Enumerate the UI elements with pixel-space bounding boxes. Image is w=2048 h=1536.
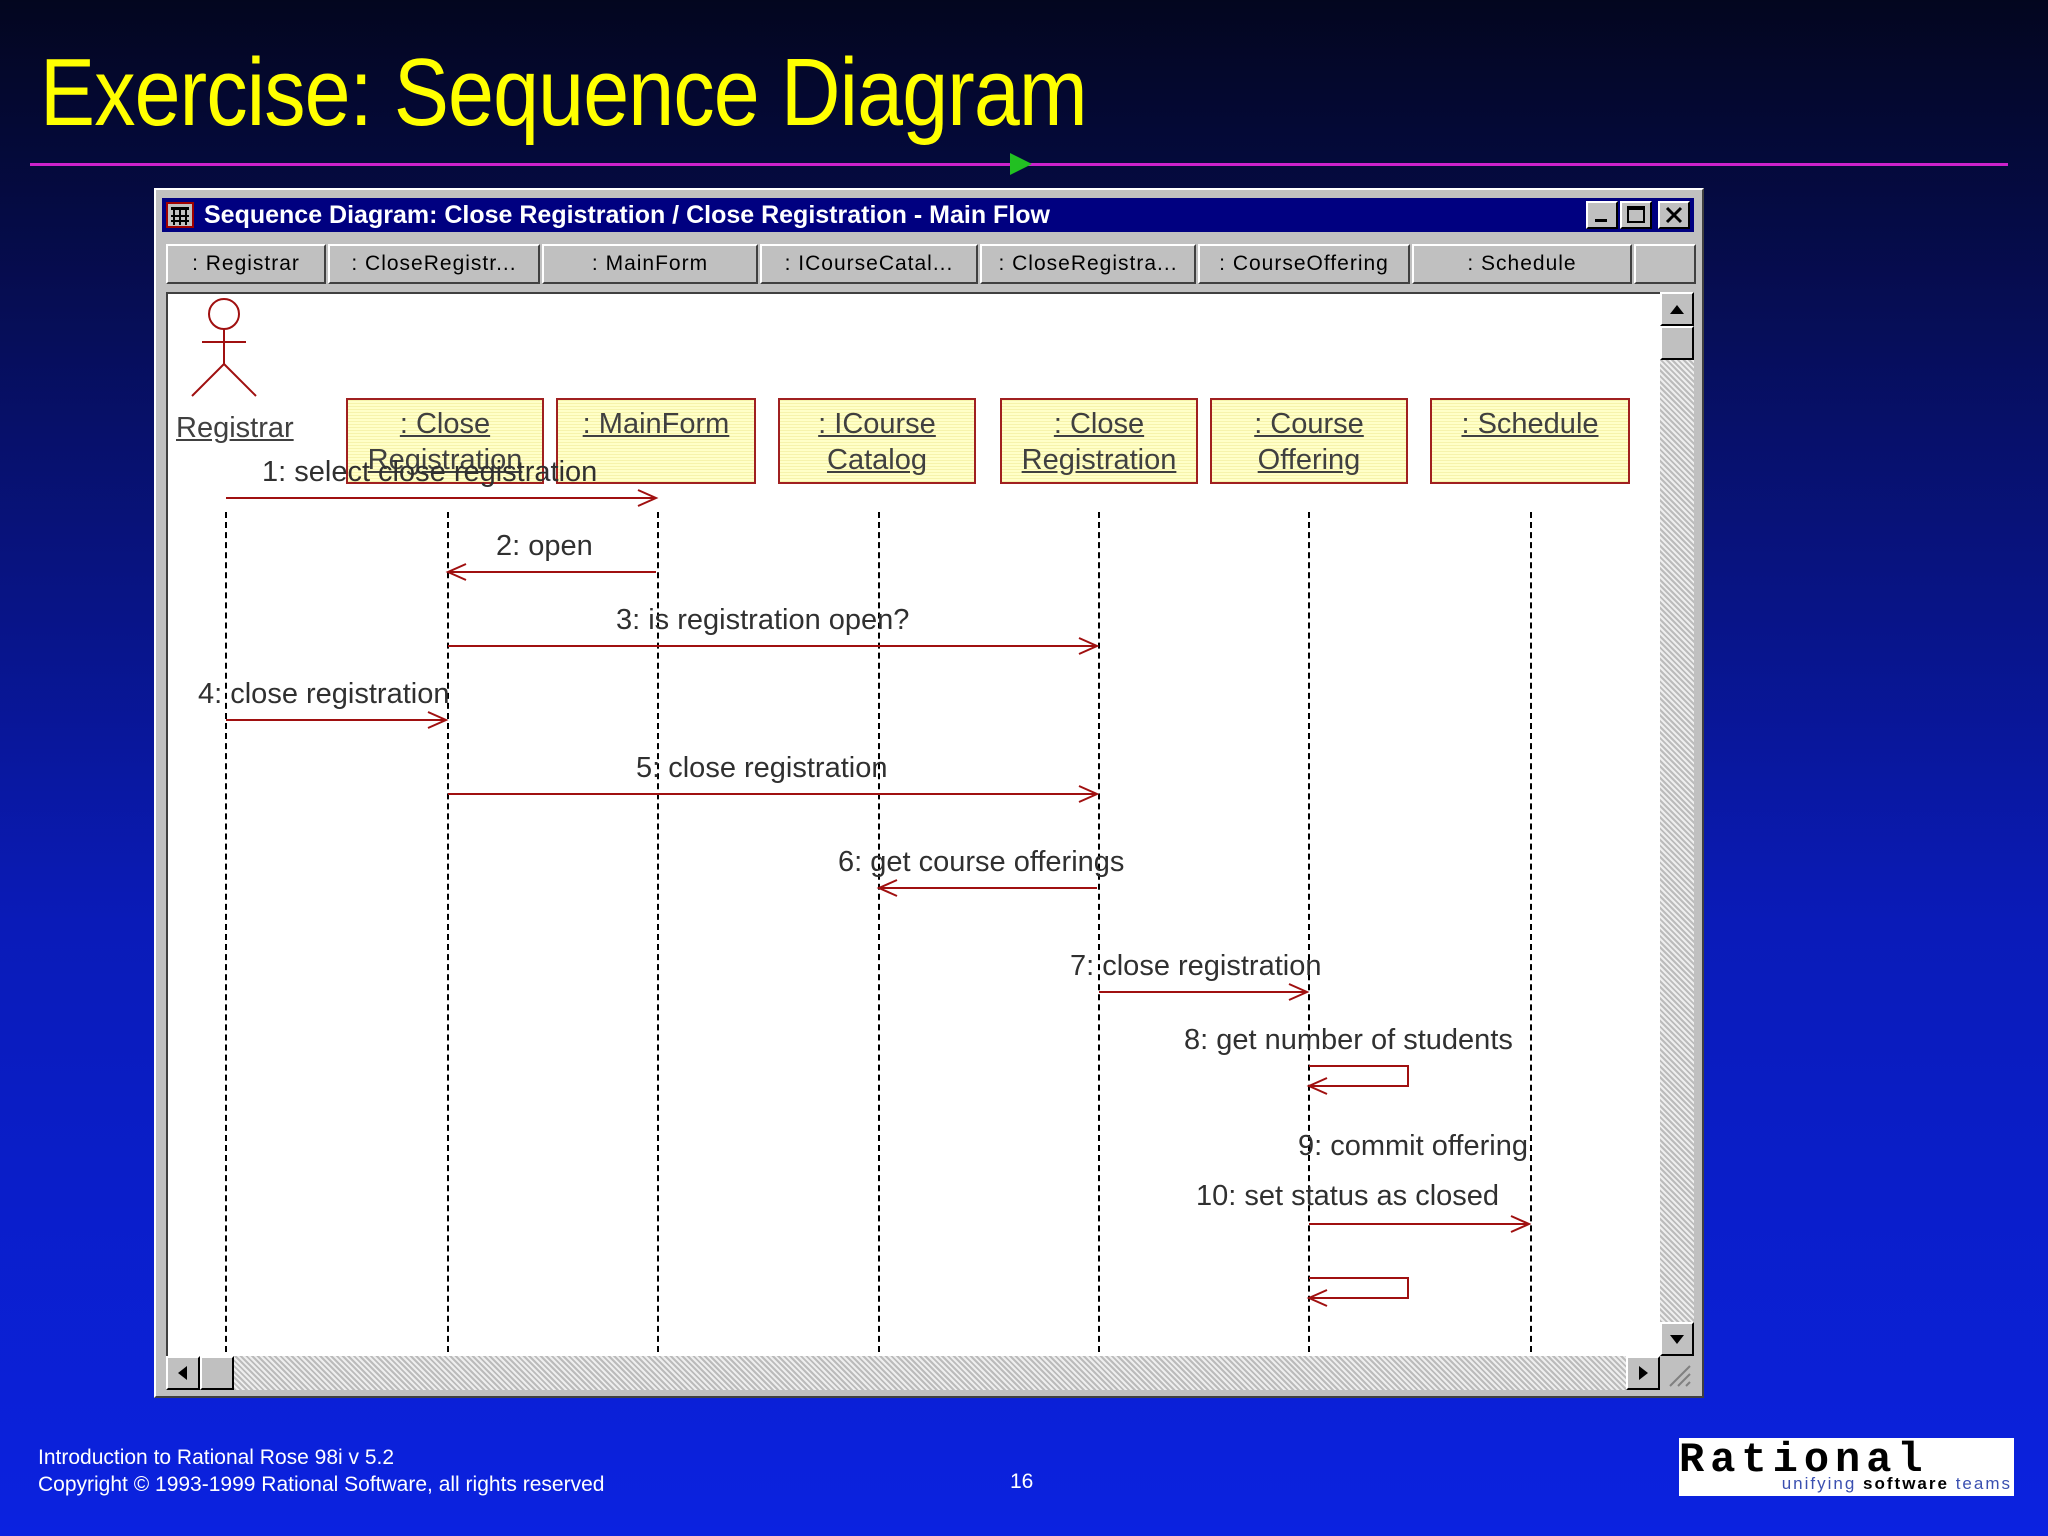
- footer-copyright: Copyright © 1993-1999 Rational Software,…: [38, 1473, 605, 1496]
- arrow-right-icon: [1639, 1366, 1648, 1380]
- message-6-label[interactable]: 6: get course offerings: [838, 846, 1124, 879]
- resize-grip-icon: [1669, 1365, 1691, 1387]
- scroll-right-button[interactable]: [1626, 1356, 1660, 1390]
- message-6-arrow: [876, 879, 1097, 897]
- arrow-left-icon: [178, 1366, 187, 1380]
- rational-logo: Rational unifying software teams: [1679, 1436, 2014, 1496]
- message-2-arrow: [445, 563, 656, 581]
- header-courseoffering[interactable]: : CourseOffering: [1198, 244, 1410, 284]
- logo-tagline: unifying software teams: [1781, 1474, 2012, 1493]
- header-icoursecatalog[interactable]: : ICourseCatal...: [760, 244, 978, 284]
- scroll-up-button[interactable]: [1660, 292, 1694, 326]
- play-arrow-icon: [1010, 153, 1032, 175]
- message-10-self-arrow: [1306, 1277, 1409, 1307]
- close-button[interactable]: [1658, 201, 1690, 229]
- message-7-label[interactable]: 7: close registration: [1070, 950, 1321, 983]
- message-2-label[interactable]: 2: open: [496, 530, 593, 563]
- diagram-canvas[interactable]: Registrar : Close Registration : MainFor…: [166, 292, 1660, 1356]
- close-icon: [1665, 206, 1683, 224]
- message-8-label[interactable]: 8: get number of students: [1184, 1024, 1513, 1057]
- vertical-scroll-thumb[interactable]: [1660, 326, 1694, 360]
- message-4-arrow: [226, 711, 449, 729]
- slide-title: Exercise: Sequence Diagram: [40, 39, 1088, 146]
- maximize-button[interactable]: [1620, 201, 1652, 229]
- window-titlebar[interactable]: Sequence Diagram: Close Registration / C…: [162, 198, 1694, 232]
- message-3-arrow: [448, 637, 1100, 655]
- header-close-registration-control[interactable]: : CloseRegistra...: [980, 244, 1196, 284]
- header-registrar[interactable]: : Registrar: [166, 244, 326, 284]
- message-10-label[interactable]: 10: set status as closed: [1196, 1180, 1499, 1213]
- footer-course-title: Introduction to Rational Rose 98i v 5.2: [38, 1446, 395, 1469]
- message-5-arrow: [448, 785, 1100, 803]
- lifeline-header-bar: : Registrar : CloseRegistr... : MainForm…: [166, 244, 1696, 284]
- diagram-window-icon[interactable]: [166, 202, 194, 228]
- message-7-arrow: [1099, 983, 1310, 1001]
- maximize-icon: [1627, 206, 1645, 223]
- header-close-registration-form[interactable]: : CloseRegistr...: [328, 244, 540, 284]
- horizontal-scroll-thumb[interactable]: [200, 1356, 234, 1390]
- sequence-diagram-window: Sequence Diagram: Close Registration / C…: [154, 188, 1704, 1398]
- header-empty: [1634, 244, 1696, 284]
- header-schedule[interactable]: : Schedule: [1412, 244, 1632, 284]
- arrow-up-icon: [1670, 305, 1684, 314]
- message-8-self-arrow: [1306, 1065, 1409, 1095]
- horizontal-scrollbar[interactable]: [166, 1356, 1660, 1390]
- arrow-down-icon: [1670, 1335, 1684, 1344]
- resize-grip[interactable]: [1660, 1356, 1694, 1390]
- vertical-scrollbar[interactable]: [1660, 292, 1694, 1356]
- message-4-label[interactable]: 4: close registration: [198, 678, 449, 711]
- message-1-arrow: [226, 489, 659, 507]
- window-title: Sequence Diagram: Close Registration / C…: [204, 201, 1050, 229]
- header-mainform[interactable]: : MainForm: [542, 244, 758, 284]
- message-9-label[interactable]: 9: commit offering: [1298, 1130, 1528, 1163]
- message-1-label[interactable]: 1: select close registration: [262, 456, 597, 489]
- page-number: 16: [1010, 1470, 1034, 1493]
- message-5-label[interactable]: 5: close registration: [636, 752, 887, 785]
- minimize-button[interactable]: [1586, 201, 1618, 229]
- scroll-left-button[interactable]: [166, 1356, 200, 1390]
- scroll-down-button[interactable]: [1660, 1322, 1694, 1356]
- minimize-icon: [1595, 219, 1607, 222]
- message-3-label[interactable]: 3: is registration open?: [616, 604, 909, 637]
- message-9-arrow: [1309, 1215, 1532, 1233]
